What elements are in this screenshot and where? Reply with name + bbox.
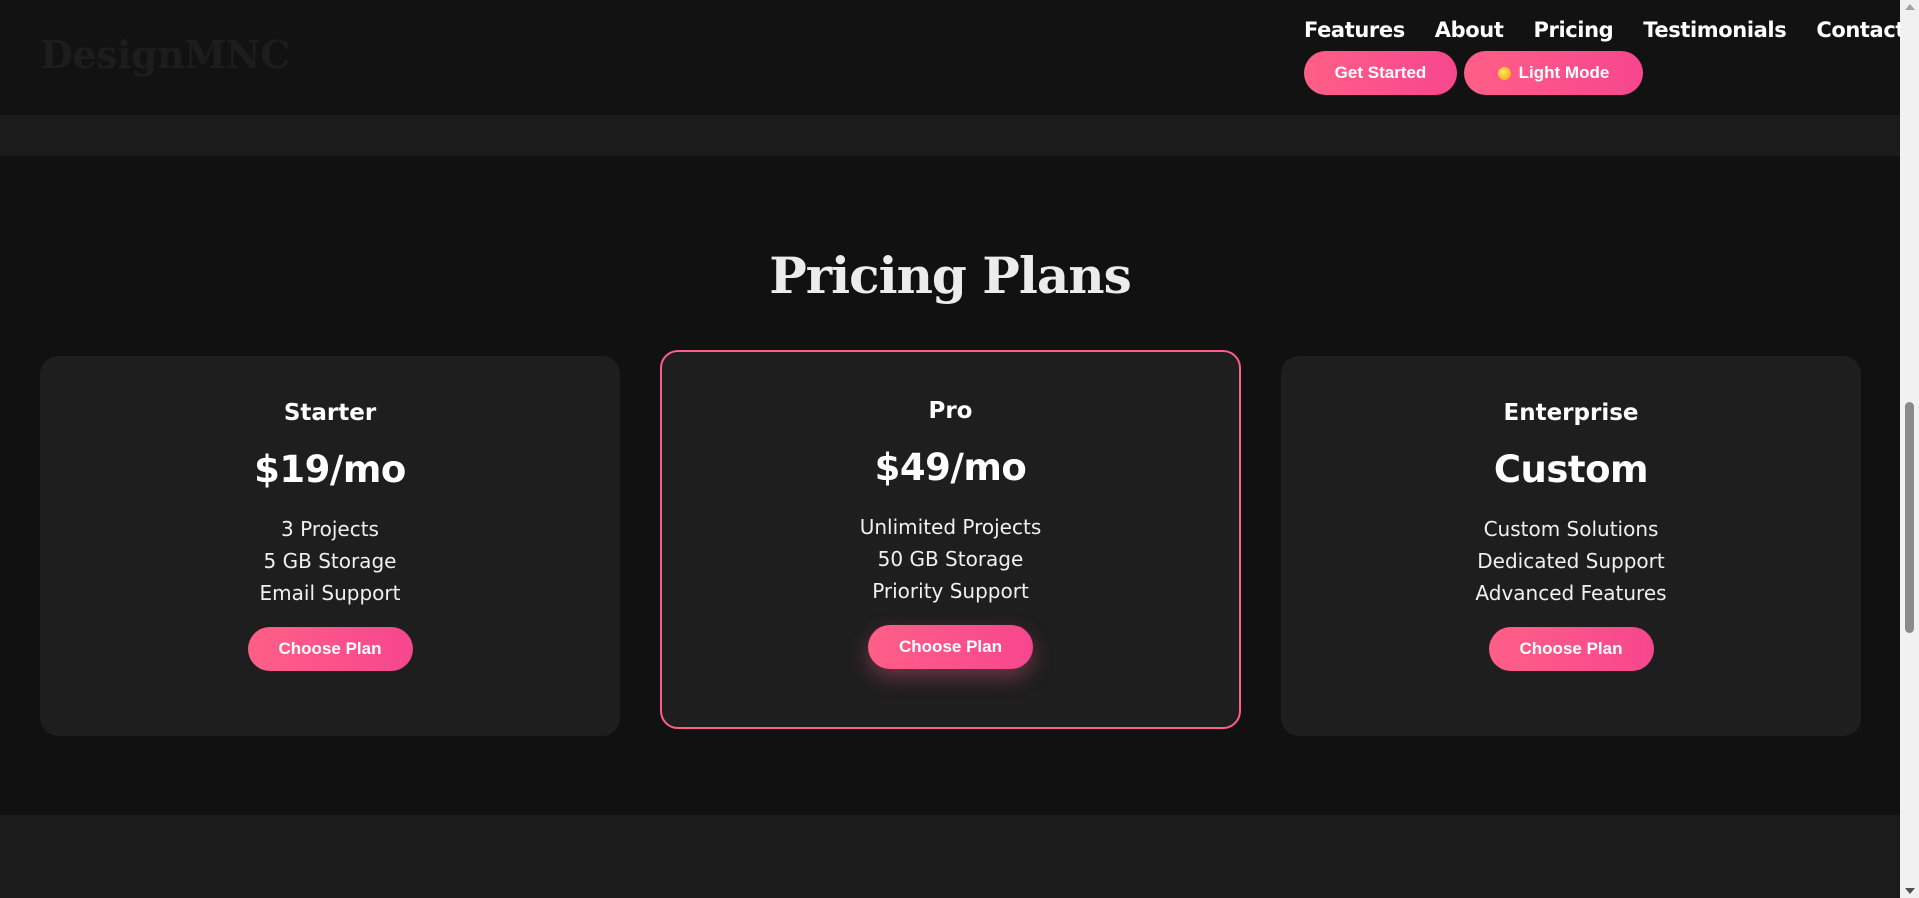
plan-features: Custom Solutions Dedicated Support Advan… [1281,513,1861,609]
plan-feature: Custom Solutions [1483,517,1659,541]
get-started-button[interactable]: Get Started [1304,51,1457,95]
pricing-section: Pricing Plans Starter $19/mo 3 Projects … [0,156,1900,815]
pricing-card-starter: Starter $19/mo 3 Projects 5 GB Storage E… [40,356,620,736]
choose-plan-button-starter[interactable]: Choose Plan [247,627,413,671]
plan-feature: Email Support [259,581,401,605]
logo[interactable]: DesignMNC [40,32,290,77]
nav-link-pricing[interactable]: Pricing [1534,18,1614,42]
plan-name: Pro [928,398,973,424]
scroll-thumb[interactable] [1905,402,1914,633]
scroll-down-icon[interactable] [1905,888,1915,894]
header-actions: Get Started Light Mode [1304,51,1643,95]
plan-name: Enterprise [1503,400,1639,426]
plan-features: Unlimited Projects 50 GB Storage Priorit… [662,511,1239,607]
choose-plan-button-enterprise[interactable]: Choose Plan [1488,627,1654,671]
site-header: DesignMNC Features About Pricing Testimo… [0,0,1905,115]
choose-plan-label: Choose Plan [1519,639,1623,658]
pricing-card-enterprise: Enterprise Custom Custom Solutions Dedic… [1281,356,1861,736]
choose-plan-button-pro[interactable]: Choose Plan [868,625,1033,669]
plan-feature: Priority Support [872,579,1029,603]
pricing-card-pro: Pro $49/mo Unlimited Projects 50 GB Stor… [660,350,1241,729]
section-title: Pricing Plans [769,246,1132,305]
nav-link-about[interactable]: About [1435,18,1504,42]
page-scrollbar[interactable] [1900,0,1919,898]
choose-plan-label: Choose Plan [899,637,1002,656]
plan-feature: Unlimited Projects [859,515,1042,539]
plan-features: 3 Projects 5 GB Storage Email Support [40,513,620,609]
sun-icon [1497,66,1511,80]
scroll-up-icon[interactable] [1905,4,1915,10]
plan-price: $49/mo [874,446,1027,489]
plan-feature: Advanced Features [1475,581,1667,605]
nav-link-contact[interactable]: Contact [1816,18,1905,42]
get-started-label: Get Started [1334,63,1427,82]
light-mode-label: Light Mode [1518,63,1610,82]
plan-price: $19/mo [254,448,406,491]
section-divider [0,115,1900,156]
main-nav: Features About Pricing Testimonials Cont… [1304,18,1905,42]
nav-link-testimonials[interactable]: Testimonials [1643,18,1786,42]
choose-plan-label: Choose Plan [278,639,382,658]
light-mode-toggle[interactable]: Light Mode [1464,51,1643,95]
plan-feature: 50 GB Storage [877,547,1024,571]
plan-feature: 3 Projects [281,517,379,541]
plan-name: Starter [283,400,377,426]
plan-feature: 5 GB Storage [263,549,397,573]
plan-feature: Dedicated Support [1477,549,1665,573]
plan-price: Custom [1493,448,1649,491]
next-section [0,815,1900,898]
nav-link-features[interactable]: Features [1304,18,1405,42]
